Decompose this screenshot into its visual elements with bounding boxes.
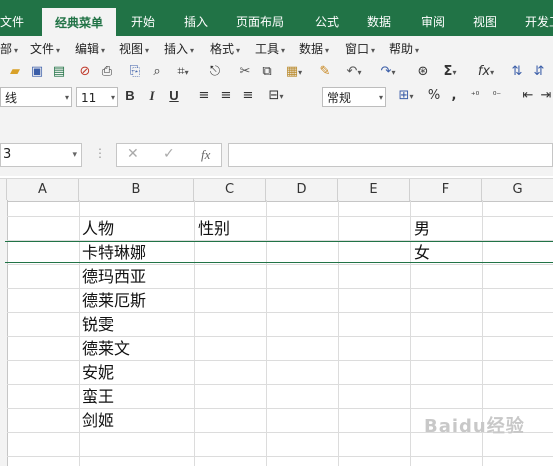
cell-f-male[interactable]: 男 xyxy=(414,217,430,241)
menu-all[interactable]: 部 ▾ xyxy=(0,36,18,62)
insert-function-button[interactable]: fx xyxy=(201,147,210,163)
cell-character[interactable]: 卡特琳娜 xyxy=(82,241,146,265)
tab-home[interactable]: 开始 xyxy=(131,0,155,36)
menu-file[interactable]: 文件 ▾ xyxy=(30,36,60,62)
autosum-icon[interactable]: Σ▾ xyxy=(436,62,464,82)
export-icon[interactable]: ▤ xyxy=(50,62,68,82)
menu-help[interactable]: 帮助 ▾ xyxy=(389,36,419,62)
cancel-icon[interactable]: ✕ xyxy=(127,146,139,162)
cell-character[interactable]: 德莱厄斯 xyxy=(82,289,146,313)
tab-classic-menu[interactable]: 经典菜单 xyxy=(42,8,116,36)
cell-c-header[interactable]: 性别 xyxy=(198,217,230,241)
percent-style-button[interactable]: % xyxy=(426,86,442,106)
tab-view[interactable]: 视图 xyxy=(473,0,497,36)
formula-bar: 3 ▾ ⋮ ✕ ✓ fx xyxy=(0,140,553,176)
tab-data[interactable]: 数据 xyxy=(367,0,391,36)
tab-insert[interactable]: 插入 xyxy=(184,0,208,36)
increase-decimal-icon[interactable]: ⁺⁰ xyxy=(466,86,484,106)
cell-character[interactable]: 德莱文 xyxy=(82,337,130,361)
permission-icon[interactable]: ⊘ xyxy=(76,62,94,82)
classic-menu-bar: 部 ▾ 文件 ▾ 编辑 ▾ 视图 ▾ 插入 ▾ 格式 ▾ 工具 ▾ 数据 ▾ 窗口 ▾ 帮助 ▾ xyxy=(0,36,553,62)
ribbon-tab-bar: 文件 经典菜单 开始 插入 页面布局 公式 数据 审阅 视图 开发工 xyxy=(0,0,553,36)
column-header-c[interactable]: C xyxy=(194,179,266,201)
ribbon-bottom xyxy=(0,110,553,141)
tab-formulas[interactable]: 公式 xyxy=(315,0,339,36)
align-left-icon[interactable]: ≡ xyxy=(196,86,212,106)
sort-descending-icon[interactable]: ⇵ xyxy=(530,62,548,82)
cell-character[interactable]: 安妮 xyxy=(82,361,114,385)
column-header-d[interactable]: D xyxy=(266,179,338,201)
menu-format[interactable]: 格式 ▾ xyxy=(210,36,240,62)
undo-icon[interactable]: ↶▾ xyxy=(340,62,368,82)
watermark: Baidu经验 xyxy=(424,416,525,437)
bold-button[interactable]: B xyxy=(122,86,138,106)
redo-icon[interactable]: ↷▾ xyxy=(374,62,402,82)
italic-button[interactable]: I xyxy=(144,86,160,106)
column-header-e[interactable]: E xyxy=(338,179,410,201)
select-all-corner[interactable] xyxy=(0,179,7,201)
paste-icon[interactable]: ▦▾ xyxy=(280,62,308,82)
grid-line xyxy=(7,456,553,457)
decrease-decimal-icon[interactable]: ⁰⁻ xyxy=(488,86,506,106)
underline-button[interactable]: U xyxy=(166,86,182,106)
formatting-toolbar: 线 ▾ 11 ▾ B I U ≡ ≡ ≡ ⊟▾ 常规 ▾ ⊞▾ % , ⁺⁰ ⁰⁻ ⇤… xyxy=(0,86,553,110)
menu-edit[interactable]: 编辑 ▾ xyxy=(75,36,105,62)
print-icon[interactable]: ⎘ xyxy=(126,62,144,82)
font-size-select[interactable]: 11 ▾ xyxy=(76,87,118,107)
column-header-g[interactable]: G xyxy=(482,179,553,201)
formula-input[interactable] xyxy=(228,143,553,167)
menu-view[interactable]: 视图 ▾ xyxy=(119,36,149,62)
attach-icon[interactable]: ⎙ xyxy=(98,62,116,82)
formula-buttons: ✕ ✓ fx xyxy=(116,143,222,167)
cell-character[interactable]: 蛮王 xyxy=(82,385,114,409)
sort-ascending-icon[interactable]: ⇅ xyxy=(508,62,526,82)
hyperlink-icon[interactable]: ⊛ xyxy=(414,62,432,82)
tab-review[interactable]: 审阅 xyxy=(421,0,445,36)
save-icon[interactable]: ▣ xyxy=(28,62,46,82)
insert-function-icon[interactable]: fx▾ xyxy=(472,62,500,82)
tab-developer[interactable]: 开发工 xyxy=(525,0,553,36)
formula-bar-grip-icon: ⋮ xyxy=(94,146,106,160)
align-right-icon[interactable]: ≡ xyxy=(240,86,256,106)
copy-icon[interactable]: ⧉ xyxy=(258,62,276,82)
menu-tools[interactable]: 工具 ▾ xyxy=(255,36,285,62)
merge-center-icon[interactable]: ⊟▾ xyxy=(262,86,290,106)
menu-insert[interactable]: 插入 ▾ xyxy=(164,36,194,62)
currency-icon[interactable]: ⊞▾ xyxy=(392,86,420,106)
column-header-row: A B C D E F G xyxy=(0,178,553,202)
align-center-icon[interactable]: ≡ xyxy=(218,86,234,106)
open-icon[interactable]: ▰ xyxy=(6,62,24,82)
print-preview-icon[interactable]: ⌕ xyxy=(148,62,166,82)
number-format-select[interactable]: 常规 ▾ xyxy=(322,87,386,107)
standard-toolbar: ▰ ▣ ▤ ⊘ ⎙ ⎘ ⌕ ⌗▾ ⎋ ✂ ⧉ ▦▾ ✎ ↶▾ ↷▾ ⊛ Σ▾ f… xyxy=(0,62,553,86)
name-box[interactable]: 3 ▾ xyxy=(0,143,82,167)
menu-data[interactable]: 数据 ▾ xyxy=(299,36,329,62)
cell-character[interactable]: 德玛西亚 xyxy=(82,265,146,289)
cell-f-female[interactable]: 女 xyxy=(414,241,430,265)
decrease-indent-icon[interactable]: ⇤ xyxy=(520,86,536,106)
cell-b-header[interactable]: 人物 xyxy=(82,217,114,241)
increase-indent-icon[interactable]: ⇥ xyxy=(538,86,553,106)
comma-style-button[interactable]: , xyxy=(448,86,460,106)
column-header-b[interactable]: B xyxy=(79,179,194,201)
research-icon[interactable]: ⎋ xyxy=(206,62,224,82)
cell-character[interactable]: 锐雯 xyxy=(82,313,114,337)
spellcheck-icon[interactable]: ⌗▾ xyxy=(170,62,196,82)
format-painter-icon[interactable]: ✎ xyxy=(316,62,334,82)
cut-icon[interactable]: ✂ xyxy=(236,62,254,82)
confirm-icon[interactable]: ✓ xyxy=(163,146,175,162)
column-header-a[interactable]: A xyxy=(7,179,79,201)
cell-character[interactable]: 剑姬 xyxy=(82,409,114,433)
tab-file[interactable]: 文件 xyxy=(0,0,24,36)
column-header-f[interactable]: F xyxy=(410,179,482,201)
font-name-select[interactable]: 线 ▾ xyxy=(0,87,72,107)
menu-window[interactable]: 窗口 ▾ xyxy=(345,36,375,62)
tab-page-layout[interactable]: 页面布局 xyxy=(236,0,284,36)
